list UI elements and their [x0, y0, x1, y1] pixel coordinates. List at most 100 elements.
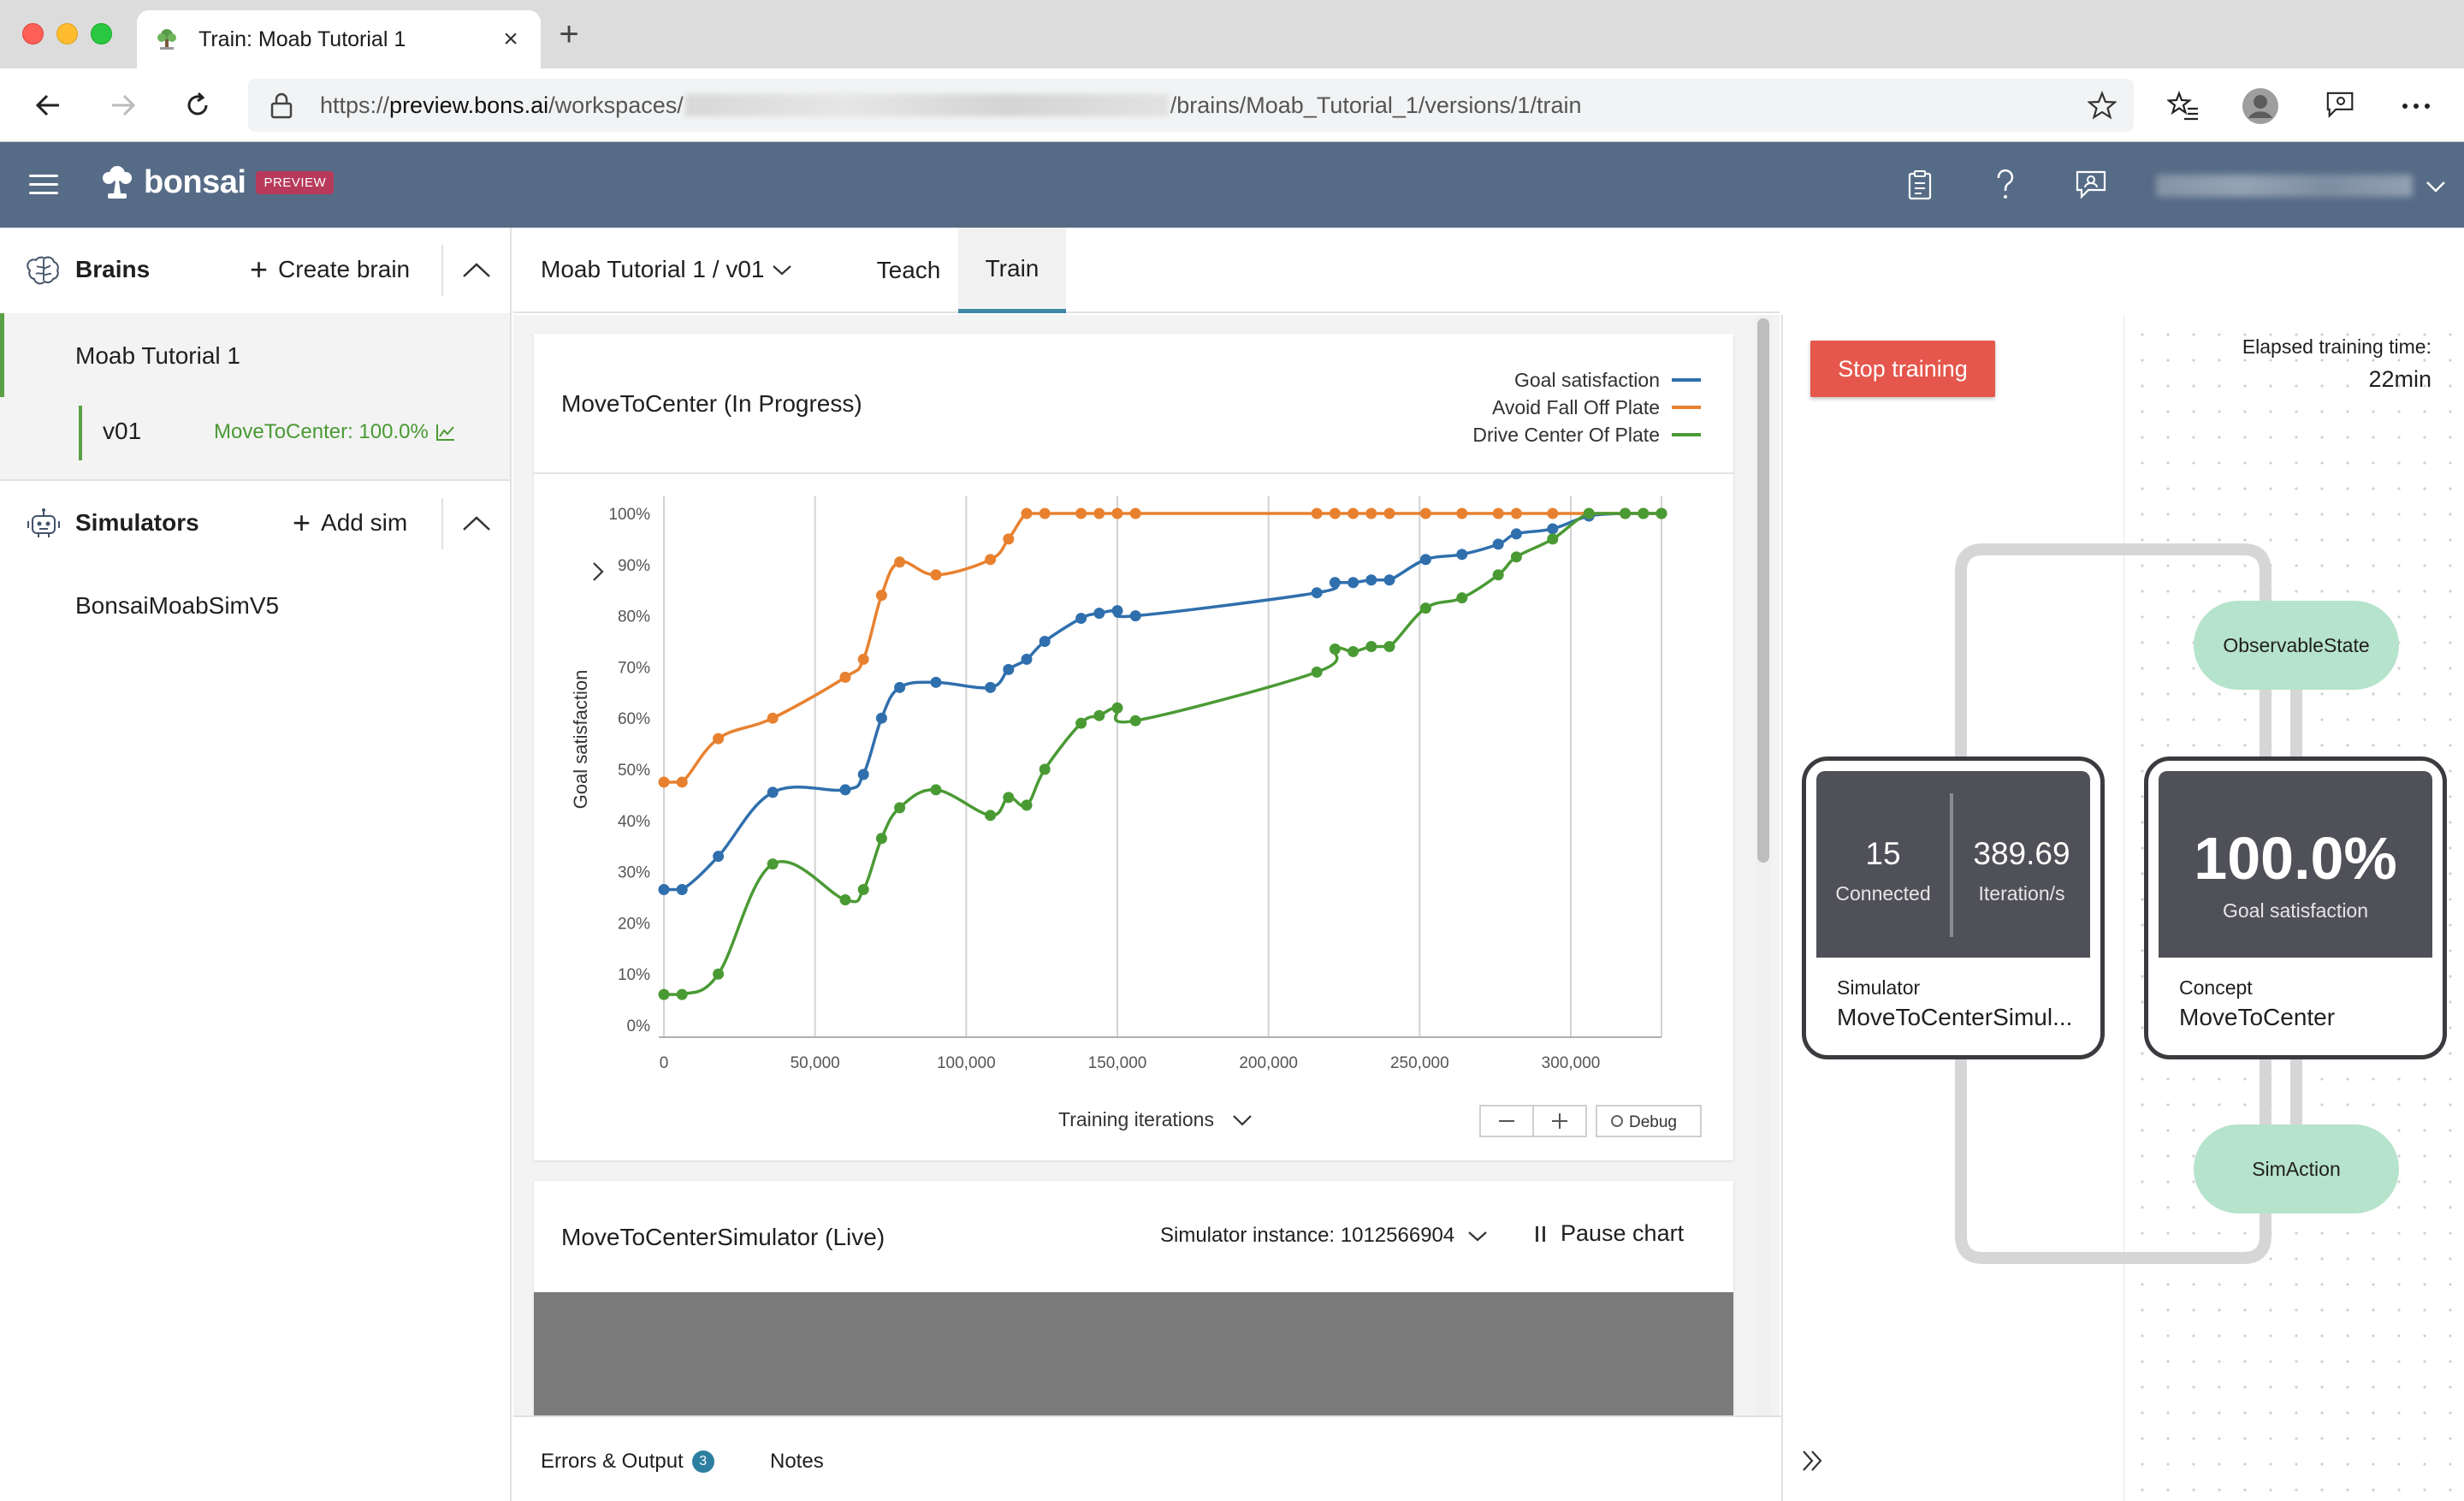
- data-point-goal-satisfaction[interactable]: [658, 884, 670, 896]
- data-point-drive-center-of-plate[interactable]: [1419, 602, 1431, 614]
- simulators-collapse-button[interactable]: [441, 498, 510, 549]
- data-point-avoid-fall-off-plate[interactable]: [1075, 507, 1087, 519]
- data-point-goal-satisfaction[interactable]: [1365, 574, 1377, 586]
- x-axis-chevron-icon[interactable]: [1233, 1115, 1252, 1126]
- data-point-drive-center-of-plate[interactable]: [1111, 702, 1123, 714]
- data-point-goal-satisfaction[interactable]: [1419, 554, 1431, 566]
- data-point-avoid-fall-off-plate[interactable]: [1093, 507, 1105, 519]
- data-point-drive-center-of-plate[interactable]: [713, 968, 725, 980]
- data-point-goal-satisfaction[interactable]: [1021, 653, 1033, 665]
- data-point-goal-satisfaction[interactable]: [713, 851, 725, 863]
- brain-list-item[interactable]: Moab Tutorial 1 v01 MoveToCenter: 100.0%: [0, 313, 510, 481]
- data-point-avoid-fall-off-plate[interactable]: [658, 776, 670, 788]
- help-icon[interactable]: [1988, 168, 2023, 202]
- data-point-drive-center-of-plate[interactable]: [767, 858, 779, 870]
- data-point-drive-center-of-plate[interactable]: [1348, 645, 1359, 657]
- more-menu-icon[interactable]: [2397, 87, 2435, 125]
- data-point-drive-center-of-plate[interactable]: [1456, 592, 1468, 604]
- version-status[interactable]: MoveToCenter: 100.0%: [214, 420, 456, 444]
- pause-chart-button[interactable]: Pause chart: [1535, 1220, 1684, 1247]
- notes-tab[interactable]: Notes: [770, 1450, 824, 1474]
- data-point-goal-satisfaction[interactable]: [1111, 605, 1123, 617]
- data-point-drive-center-of-plate[interactable]: [1311, 666, 1323, 678]
- data-point-drive-center-of-plate[interactable]: [1003, 792, 1015, 804]
- account-email-redacted[interactable]: [2156, 175, 2413, 197]
- back-icon[interactable]: [29, 86, 68, 125]
- observable-state-node[interactable]: ObservableState: [2194, 601, 2399, 690]
- simulator-visualization[interactable]: [534, 1292, 1733, 1415]
- data-point-goal-satisfaction[interactable]: [930, 676, 942, 688]
- data-point-goal-satisfaction[interactable]: [1311, 587, 1323, 599]
- data-point-goal-satisfaction[interactable]: [1547, 523, 1559, 535]
- clipboard-icon[interactable]: [1903, 168, 1937, 202]
- simulator-instance-select[interactable]: Simulator instance: 1012566904: [1160, 1224, 1489, 1248]
- legend-item[interactable]: Avoid Fall Off Plate: [1472, 394, 1701, 421]
- data-point-avoid-fall-off-plate[interactable]: [1129, 507, 1141, 519]
- data-point-avoid-fall-off-plate[interactable]: [857, 653, 869, 665]
- y-axis-chevron-icon[interactable]: [593, 562, 604, 581]
- browser-tab[interactable]: Train: Moab Tutorial 1 ×: [137, 10, 541, 68]
- create-brain-button[interactable]: + Create brain: [250, 254, 410, 285]
- training-chart[interactable]: 0% 10% 20% 30% 40% 50% 60% 70% 80% 90% 100% 0 50,000…: [534, 476, 1733, 1160]
- data-point-drive-center-of-plate[interactable]: [985, 810, 997, 822]
- center-scrollbar-thumb[interactable]: [1757, 318, 1769, 863]
- new-tab-button[interactable]: +: [552, 17, 586, 53]
- data-point-drive-center-of-plate[interactable]: [1039, 763, 1051, 775]
- window-minimize-button[interactable]: [56, 23, 78, 44]
- data-point-avoid-fall-off-plate[interactable]: [1547, 507, 1559, 519]
- data-point-avoid-fall-off-plate[interactable]: [985, 554, 997, 566]
- data-point-drive-center-of-plate[interactable]: [1492, 569, 1504, 581]
- legend-item[interactable]: Drive Center Of Plate: [1472, 421, 1701, 448]
- data-point-drive-center-of-plate[interactable]: [1329, 643, 1341, 655]
- data-point-goal-satisfaction[interactable]: [1075, 613, 1087, 625]
- data-point-drive-center-of-plate[interactable]: [658, 988, 670, 1000]
- double-chevron-right-icon[interactable]: [1800, 1448, 1826, 1474]
- data-point-drive-center-of-plate[interactable]: [894, 802, 906, 814]
- data-point-drive-center-of-plate[interactable]: [930, 784, 942, 796]
- data-point-avoid-fall-off-plate[interactable]: [1039, 507, 1051, 519]
- feedback-chat-icon[interactable]: [2074, 168, 2108, 202]
- data-point-avoid-fall-off-plate[interactable]: [1456, 507, 1468, 519]
- data-point-avoid-fall-off-plate[interactable]: [1383, 507, 1395, 519]
- data-point-avoid-fall-off-plate[interactable]: [1492, 507, 1504, 519]
- data-point-goal-satisfaction[interactable]: [1348, 577, 1359, 589]
- data-point-goal-satisfaction[interactable]: [1129, 610, 1141, 622]
- data-point-goal-satisfaction[interactable]: [985, 681, 997, 693]
- refresh-icon[interactable]: [178, 86, 217, 125]
- data-point-goal-satisfaction[interactable]: [857, 768, 869, 780]
- tab-close-icon[interactable]: ×: [498, 25, 524, 54]
- data-point-avoid-fall-off-plate[interactable]: [1111, 507, 1123, 519]
- account-chevron-down-icon[interactable]: [2425, 178, 2447, 195]
- brain-name[interactable]: Moab Tutorial 1: [75, 342, 240, 370]
- data-point-goal-satisfaction[interactable]: [1510, 528, 1522, 540]
- concept-node-card[interactable]: 100.0% Goal satisfaction Concept MoveToC…: [2144, 756, 2447, 1059]
- data-point-goal-satisfaction[interactable]: [1003, 663, 1015, 675]
- data-point-avoid-fall-off-plate[interactable]: [930, 569, 942, 581]
- bonsai-logo[interactable]: bonsai PREVIEW: [98, 163, 335, 202]
- data-point-goal-satisfaction[interactable]: [875, 712, 887, 724]
- data-point-goal-satisfaction[interactable]: [1093, 608, 1105, 620]
- data-point-avoid-fall-off-plate[interactable]: [713, 733, 725, 745]
- version-selector[interactable]: Moab Tutorial 1 / v01: [541, 256, 793, 283]
- data-point-avoid-fall-off-plate[interactable]: [1021, 507, 1033, 519]
- x-axis-label[interactable]: Training iterations: [1058, 1108, 1214, 1130]
- data-point-avoid-fall-off-plate[interactable]: [676, 776, 688, 788]
- hamburger-menu-icon[interactable]: [29, 175, 58, 195]
- data-point-avoid-fall-off-plate[interactable]: [1510, 507, 1522, 519]
- data-point-drive-center-of-plate[interactable]: [1583, 507, 1595, 519]
- url-text[interactable]: https://preview.bons.ai/workspaces/ /brai…: [320, 92, 1581, 119]
- data-point-goal-satisfaction[interactable]: [1383, 574, 1395, 586]
- sim-action-node[interactable]: SimAction: [2194, 1124, 2399, 1213]
- stop-training-button[interactable]: Stop training: [1810, 341, 1995, 397]
- data-point-drive-center-of-plate[interactable]: [1129, 715, 1141, 727]
- profile-avatar-icon[interactable]: [2242, 87, 2279, 125]
- data-point-drive-center-of-plate[interactable]: [1510, 551, 1522, 563]
- data-point-drive-center-of-plate[interactable]: [875, 833, 887, 845]
- data-point-drive-center-of-plate[interactable]: [1093, 709, 1105, 721]
- tab-train[interactable]: Train: [958, 228, 1066, 313]
- tab-teach[interactable]: Teach: [852, 228, 965, 313]
- favorite-star-icon[interactable]: [2087, 91, 2118, 120]
- data-point-drive-center-of-plate[interactable]: [1620, 507, 1632, 519]
- feedback-icon[interactable]: [2322, 87, 2360, 125]
- data-point-drive-center-of-plate[interactable]: [1075, 717, 1087, 729]
